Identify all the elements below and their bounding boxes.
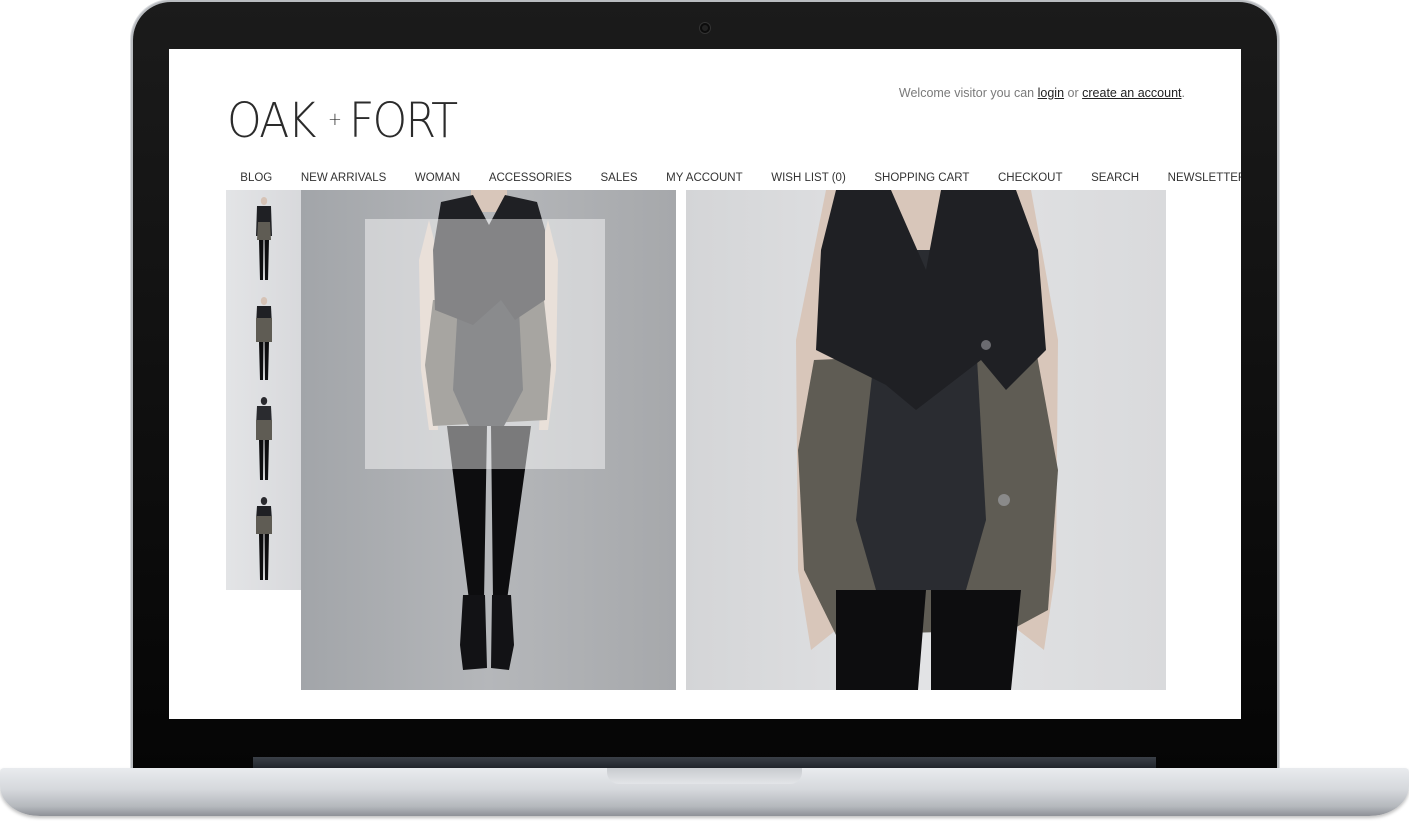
model-figure-icon [256, 397, 272, 480]
camera-icon [700, 23, 710, 33]
logo-text-fort: FORT [349, 93, 458, 149]
main-nav: BLOG NEW ARRIVALS WOMAN ACCESSORIES SALE… [226, 169, 1241, 187]
nav-item-blog[interactable]: BLOG [226, 169, 287, 187]
logo-text-oak: OAK [227, 93, 316, 149]
create-account-link[interactable]: create an account [1082, 86, 1181, 100]
model-figure-icon [796, 190, 1058, 690]
nav-item-wish-list[interactable]: WISH LIST (0) [757, 169, 860, 187]
laptop-notch [607, 768, 802, 784]
model-figure-icon [256, 497, 272, 580]
model-figure-icon [256, 297, 272, 380]
nav-item-woman[interactable]: WOMAN [401, 169, 475, 187]
welcome-message: Welcome visitor you can login or create … [899, 86, 1185, 100]
product-thumbnail[interactable] [226, 390, 301, 490]
nav-item-checkout[interactable]: CHECKOUT [984, 169, 1077, 187]
zoom-lens[interactable] [365, 219, 605, 469]
product-thumbnail[interactable] [226, 290, 301, 390]
nav-item-sales[interactable]: SALES [586, 169, 652, 187]
welcome-prefix: Welcome visitor you can [898, 86, 1035, 100]
product-main-image[interactable] [301, 190, 676, 690]
product-zoom-image [686, 190, 1166, 690]
login-link[interactable]: login [1038, 86, 1064, 100]
nav-item-shopping-cart[interactable]: SHOPPING CART [860, 169, 984, 187]
logo-plus: + [328, 109, 343, 130]
browser-screen: OAK + FORT Welcome visitor you can login o… [169, 49, 1241, 719]
nav-item-search[interactable]: SEARCH [1077, 169, 1154, 187]
product-thumbnails [226, 190, 301, 590]
product-thumbnail[interactable] [226, 490, 301, 590]
product-thumbnail[interactable] [226, 190, 301, 290]
nav-item-new-arrivals[interactable]: NEW ARRIVALS [287, 169, 401, 187]
welcome-or: or [1067, 86, 1079, 100]
nav-item-accessories[interactable]: ACCESSORIES [475, 169, 587, 187]
welcome-suffix: . [1181, 86, 1185, 100]
nav-item-my-account[interactable]: MY ACCOUNT [652, 169, 757, 187]
nav-item-newsletter[interactable]: NEWSLETTER [1153, 169, 1241, 187]
model-figure-icon [256, 197, 272, 280]
site-logo[interactable]: OAK + FORT [227, 95, 466, 150]
